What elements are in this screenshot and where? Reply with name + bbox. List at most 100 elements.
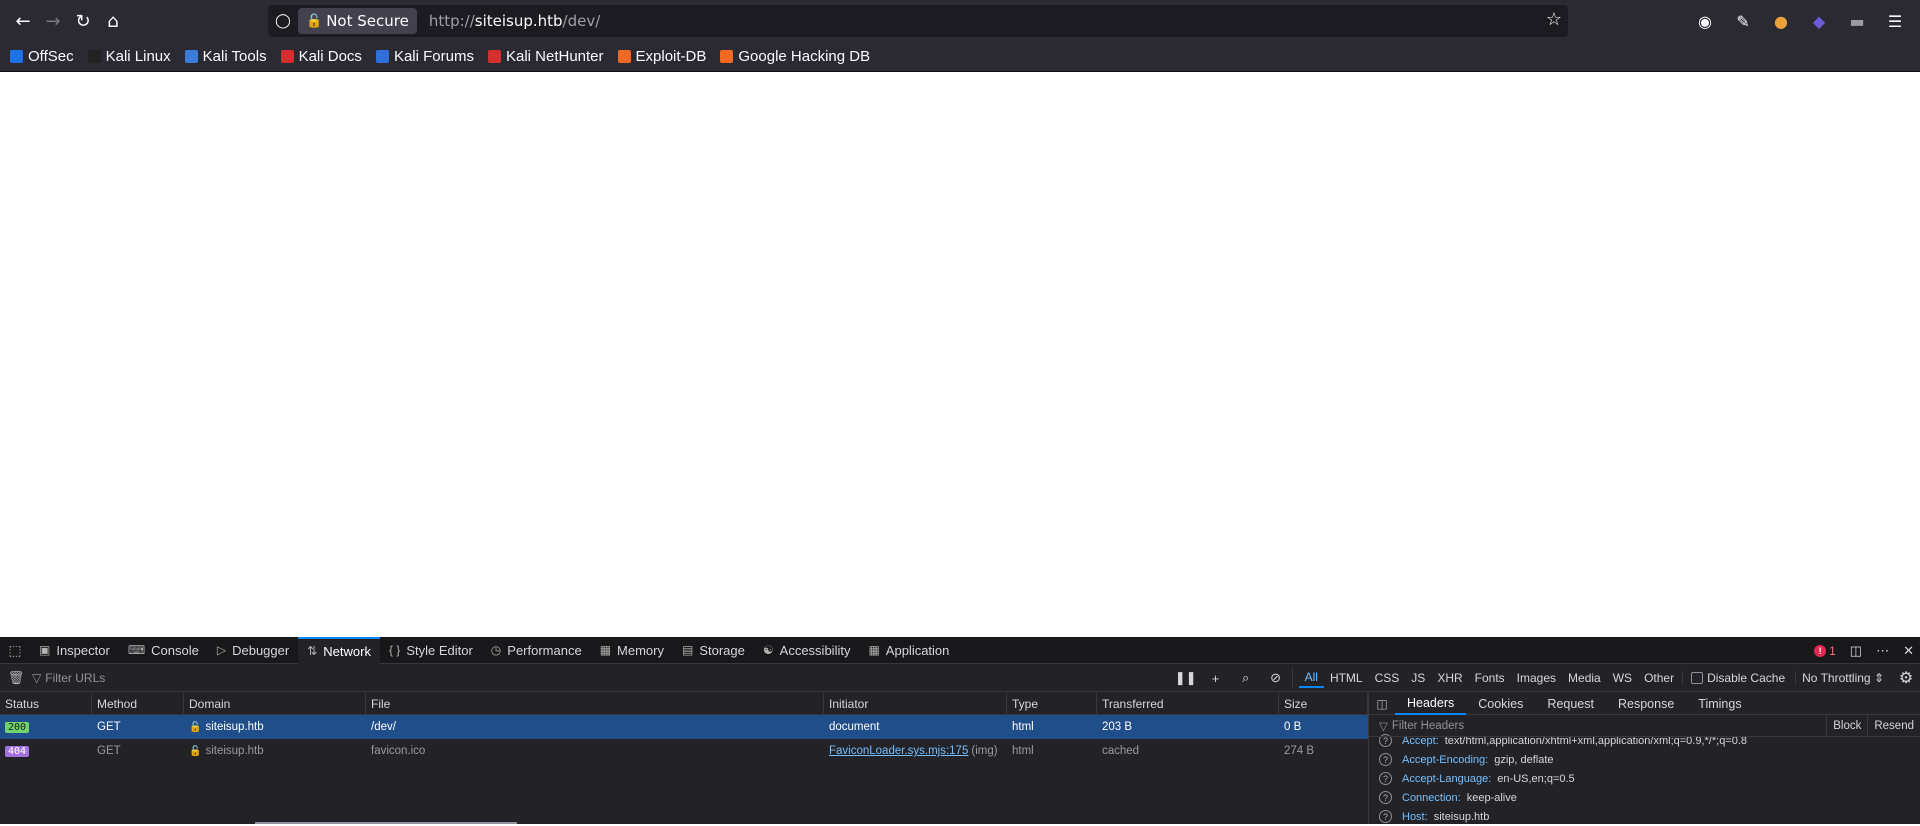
bookmark-item[interactable]: OffSec bbox=[10, 48, 74, 65]
type-filter-fonts[interactable]: Fonts bbox=[1469, 668, 1511, 688]
details-tab-cookies[interactable]: Cookies bbox=[1466, 693, 1535, 715]
browser-toolbar: ← → ↻ ⌂ ◯ 🔓 Not Secure http://siteisup.h… bbox=[0, 0, 1920, 42]
request-rows: 200 GET 🔓 siteisup.htb/dev/document html 203 … bbox=[0, 715, 1368, 763]
details-tab-timings[interactable]: Timings bbox=[1686, 693, 1753, 715]
details-tab-request[interactable]: Request bbox=[1535, 693, 1606, 715]
type-filter-xhr[interactable]: XHR bbox=[1431, 668, 1468, 688]
type-filter-images[interactable]: Images bbox=[1511, 668, 1562, 688]
network-settings-gear-icon[interactable]: ⚙ bbox=[1892, 668, 1920, 688]
throttling-select[interactable]: No Throttling ⇕ bbox=[1795, 671, 1890, 685]
resend-button[interactable]: Resend bbox=[1867, 715, 1920, 737]
clear-requests-icon[interactable]: 🗑 bbox=[0, 670, 32, 686]
url-text[interactable]: http://siteisup.htb/dev/ bbox=[429, 12, 600, 30]
devtools-tab-inspector[interactable]: ▣ Inspector bbox=[30, 637, 119, 664]
bookmark-label: Exploit-DB bbox=[635, 48, 707, 65]
error-count-badge[interactable]: ! 1 bbox=[1814, 644, 1836, 658]
type-filter-html[interactable]: HTML bbox=[1324, 668, 1369, 688]
column-header-initiator[interactable]: Initiator bbox=[824, 693, 1007, 714]
request-cell-transferred: 203 B bbox=[1097, 715, 1279, 739]
type-filter-other[interactable]: Other bbox=[1638, 668, 1680, 688]
request-cell-size: 274 B bbox=[1279, 739, 1368, 763]
type-filter-css[interactable]: CSS bbox=[1369, 668, 1406, 688]
initiator-text[interactable]: FaviconLoader.sys.mjs:175 bbox=[829, 745, 968, 757]
details-tab-response[interactable]: Response bbox=[1606, 693, 1686, 715]
filter-urls-input[interactable]: ▽ Filter URLs bbox=[32, 671, 105, 685]
search-icon[interactable]: ⌕ bbox=[1232, 670, 1260, 686]
extension-cookie-icon[interactable]: ● bbox=[1766, 6, 1796, 36]
devtools-tab-performance[interactable]: ◷ Performance bbox=[482, 637, 591, 664]
network-filter-controls: ❚❚ + ⌕ ⊘ All HTML CSS JS XHR Fonts Images Media… bbox=[1172, 664, 1920, 692]
details-tab-headers[interactable]: Headers bbox=[1395, 693, 1467, 715]
details-tabbar: ◫ Headers Cookies Request Response Timings bbox=[1369, 693, 1920, 715]
back-button[interactable]: ← bbox=[8, 6, 38, 36]
column-header-size[interactable]: Size bbox=[1279, 693, 1368, 714]
devtools-tab-debugger[interactable]: ▷ Debugger bbox=[208, 637, 298, 664]
block-icon[interactable]: ⊘ bbox=[1262, 670, 1290, 686]
type-filter-all[interactable]: All bbox=[1298, 668, 1324, 688]
home-button[interactable]: ⌂ bbox=[98, 6, 128, 36]
devtools-tab-console[interactable]: ⌨ Console bbox=[119, 637, 208, 664]
extensions-icon[interactable]: ✎ bbox=[1728, 6, 1758, 36]
site-info-button[interactable]: 🔓 Not Secure bbox=[298, 8, 417, 34]
element-picker-icon[interactable]: ⬚ bbox=[0, 642, 30, 659]
type-filter-list: All HTML CSS JS XHR Fonts Images Media WS Other bbox=[1291, 668, 1680, 688]
devtools-tab-label: Memory bbox=[617, 642, 664, 658]
performance-icon: ◷ bbox=[490, 643, 502, 657]
bookmark-item[interactable]: Kali Linux bbox=[87, 48, 171, 65]
close-devtools-icon[interactable]: ✕ bbox=[1903, 643, 1914, 659]
devtools-tab-label: Network bbox=[323, 643, 371, 659]
bookmark-item[interactable]: Kali NetHunter bbox=[487, 48, 604, 65]
bookmark-item[interactable]: Kali Tools bbox=[184, 48, 267, 65]
devtools-tab-network[interactable]: ⇅ Network bbox=[298, 636, 380, 664]
request-headers-list: ? Accept: text/html,application/xhtml+xml,… bbox=[1369, 731, 1920, 826]
devtools-tab-accessibility[interactable]: ☯ Accessibility bbox=[754, 637, 860, 664]
devtools-tab-memory[interactable]: ▦ Memory bbox=[591, 637, 673, 664]
type-filter-js[interactable]: JS bbox=[1405, 668, 1431, 688]
type-filter-media[interactable]: Media bbox=[1562, 668, 1607, 688]
column-header-file[interactable]: File bbox=[366, 693, 824, 714]
extension-purple-icon[interactable]: ◆ bbox=[1804, 6, 1834, 36]
menu-icon[interactable]: ☰ bbox=[1880, 6, 1910, 36]
bookmark-star-icon[interactable]: ☆ bbox=[1546, 9, 1562, 30]
add-request-icon[interactable]: + bbox=[1202, 671, 1230, 686]
devtools-tab-style-editor[interactable]: { } Style Editor bbox=[380, 637, 482, 664]
initiator-text: document bbox=[829, 721, 880, 733]
request-row[interactable]: 404 GET 🔓 siteisup.htb favicon.ico FaviconLoa… bbox=[0, 739, 1368, 763]
header-name: Connection: bbox=[1402, 791, 1461, 804]
extension-hat-icon[interactable]: ▬ bbox=[1842, 6, 1872, 36]
column-header-domain[interactable]: Domain bbox=[184, 693, 366, 714]
more-options-icon[interactable]: ⋯ bbox=[1876, 643, 1889, 659]
bookmark-item[interactable]: Kali Docs bbox=[280, 48, 362, 65]
url-bar[interactable]: ◯ 🔓 Not Secure http://siteisup.htb/dev/ … bbox=[268, 5, 1568, 37]
account-icon[interactable]: ◉ bbox=[1690, 6, 1720, 36]
dock-side-icon[interactable]: ◫ bbox=[1850, 643, 1862, 659]
devtools-tab-storage[interactable]: ▤ Storage bbox=[673, 637, 754, 664]
devtools-tab-application[interactable]: ▦ Application bbox=[859, 637, 958, 664]
disable-cache-checkbox[interactable]: Disable Cache bbox=[1682, 671, 1793, 685]
bookmark-item[interactable]: Exploit-DB bbox=[617, 48, 707, 65]
type-filter-ws[interactable]: WS bbox=[1607, 668, 1638, 688]
column-header-method[interactable]: Method bbox=[92, 693, 184, 714]
request-row[interactable]: 200 GET 🔓 siteisup.htb/dev/document html 203 … bbox=[0, 715, 1368, 739]
column-header-status[interactable]: Status bbox=[0, 693, 92, 714]
transferred-text: cached bbox=[1102, 745, 1140, 757]
column-header-transferred[interactable]: Transferred bbox=[1097, 693, 1279, 714]
forward-button[interactable]: → bbox=[38, 6, 68, 36]
column-header-type[interactable]: Type bbox=[1007, 693, 1097, 714]
request-cell-method: GET bbox=[92, 739, 184, 763]
toggle-sidebar-icon[interactable]: ◫ bbox=[1369, 697, 1395, 711]
pause-icon[interactable]: ❚❚ bbox=[1172, 670, 1200, 686]
header-help-icon[interactable]: ? bbox=[1379, 753, 1392, 766]
tracking-protection-icon[interactable]: ◯ bbox=[268, 13, 298, 29]
filter-headers-input[interactable]: ▽ Filter Headers Block Resend bbox=[1369, 715, 1920, 737]
block-button[interactable]: Block bbox=[1826, 715, 1867, 737]
header-help-icon[interactable]: ? bbox=[1379, 772, 1392, 785]
reload-button[interactable]: ↻ bbox=[68, 6, 98, 36]
domain-text: siteisup.htb bbox=[205, 721, 264, 733]
bookmark-item[interactable]: Google Hacking DB bbox=[720, 48, 870, 65]
filter-icon: ▽ bbox=[1379, 720, 1388, 733]
header-help-icon[interactable]: ? bbox=[1379, 810, 1392, 823]
header-help-icon[interactable]: ? bbox=[1379, 791, 1392, 804]
bookmark-item[interactable]: Kali Forums bbox=[375, 48, 474, 65]
network-icon: ⇅ bbox=[307, 644, 318, 658]
